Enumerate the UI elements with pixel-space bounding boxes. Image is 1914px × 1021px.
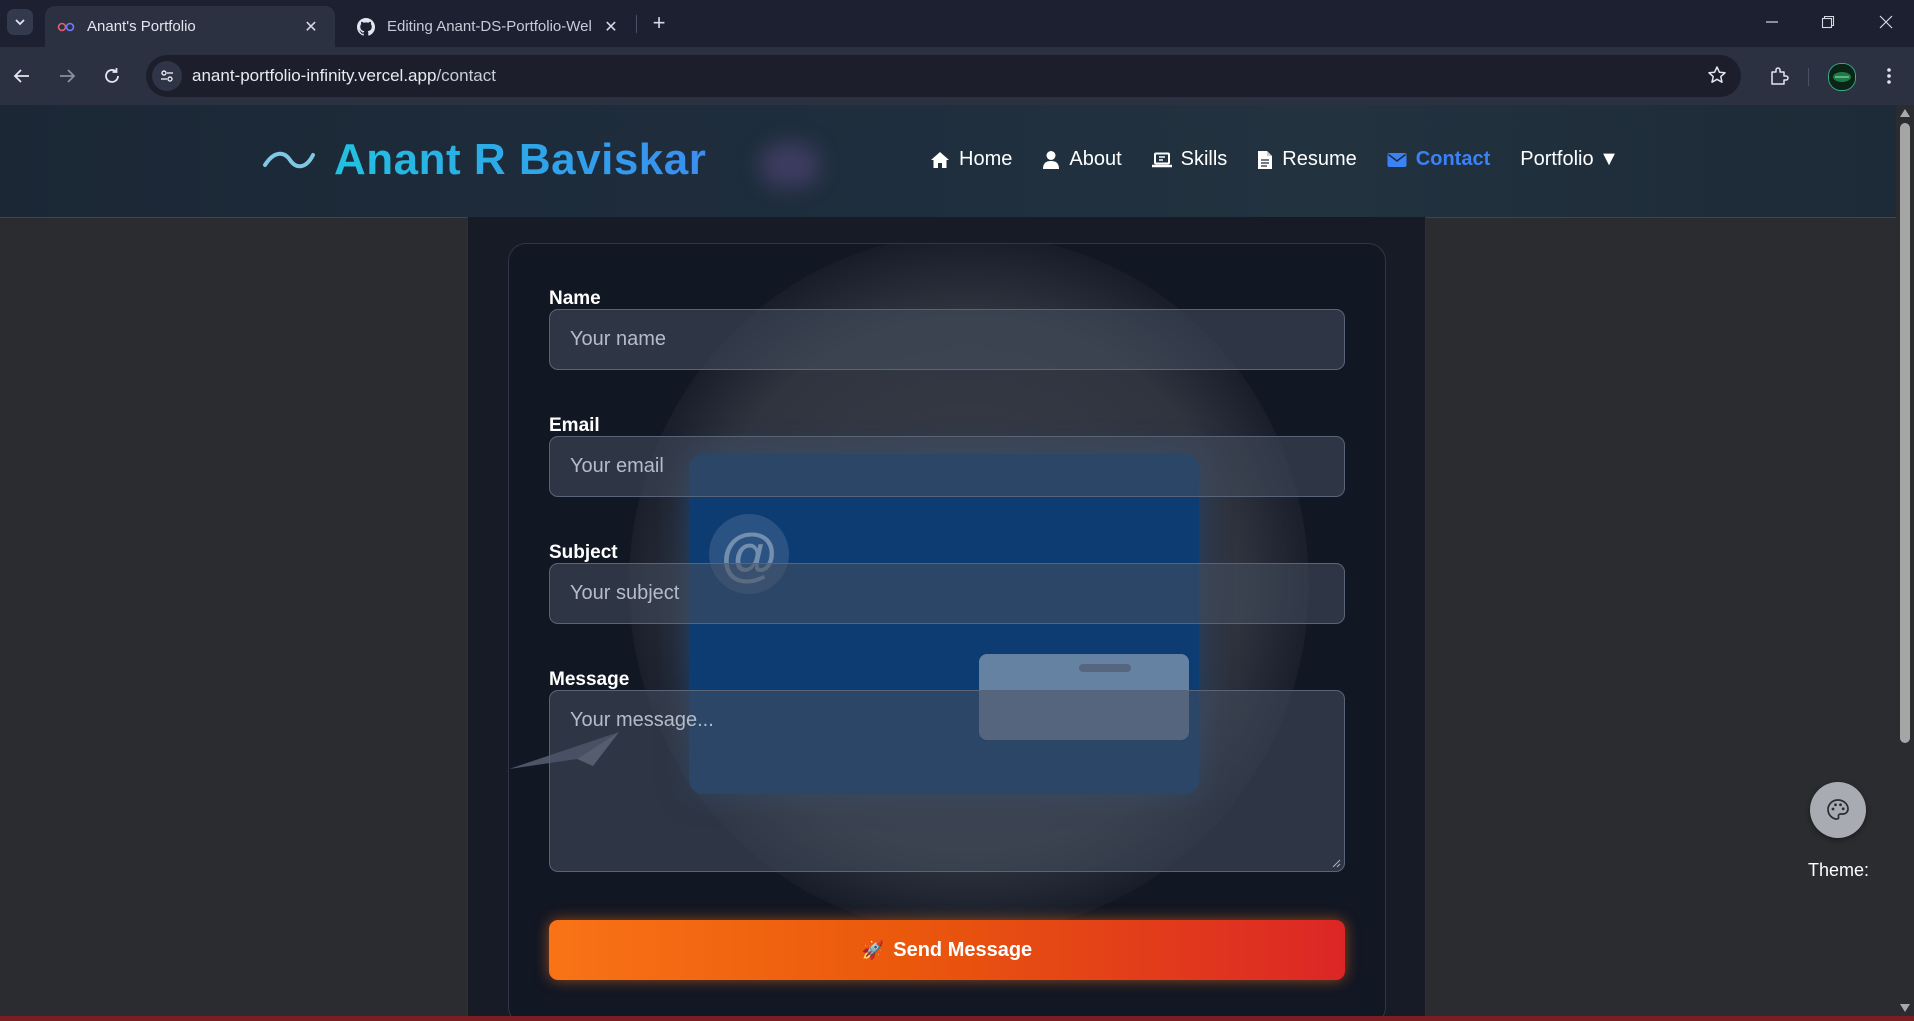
palette-icon — [1827, 799, 1849, 820]
url-host: anant-portfolio-infinity.vercel.app — [192, 66, 437, 85]
nav-home[interactable]: Home — [930, 148, 1012, 171]
close-icon — [1879, 15, 1893, 29]
scrollbar-thumb[interactable] — [1900, 123, 1910, 743]
theme-switcher-button[interactable] — [1810, 782, 1866, 838]
nav-contact-label: Contact — [1415, 148, 1491, 170]
browser-toolbar: anant-portfolio-infinity.vercel.app/cont… — [0, 47, 1914, 105]
subject-placeholder: Your subject — [570, 582, 680, 604]
toolbar-separator — [1808, 68, 1809, 86]
window-bottom-edge — [0, 1016, 1914, 1021]
contact-form-card: @ Name Your name Email Your email Subjec… — [508, 243, 1386, 1016]
laptop-icon — [1151, 152, 1172, 167]
tab-separator — [636, 15, 637, 33]
address-bar[interactable]: anant-portfolio-infinity.vercel.app/cont… — [146, 55, 1741, 97]
envelope-icon — [1387, 152, 1407, 167]
nav-about[interactable]: About — [1042, 148, 1122, 171]
tab-title: Anant's Portfolio — [87, 18, 196, 35]
minimize-window-button[interactable] — [1744, 0, 1800, 44]
puzzle-icon — [1771, 67, 1789, 85]
message-placeholder: Your message... — [570, 709, 714, 731]
subject-input[interactable]: Your subject — [549, 563, 1345, 624]
browser-tab-bar: Anant's Portfolio ✕ Editing Anant-DS-Por… — [0, 0, 1914, 47]
main-nav: Home About Skills Resume Contact Portfol… — [930, 148, 1619, 171]
new-tab-button[interactable]: + — [646, 10, 672, 36]
site-brand[interactable]: Anant R Baviskar — [262, 135, 706, 185]
forward-button[interactable] — [52, 61, 82, 91]
user-icon — [1043, 150, 1060, 169]
extensions-button[interactable] — [1764, 61, 1794, 91]
portfolio-favicon-icon — [57, 22, 75, 32]
reload-button[interactable] — [97, 61, 127, 91]
github-icon — [357, 17, 375, 36]
tune-icon — [161, 70, 173, 82]
home-icon — [931, 151, 949, 168]
minimize-icon — [1766, 21, 1778, 23]
file-icon — [1258, 150, 1273, 169]
send-message-label: Send Message — [893, 938, 1033, 961]
tab-portfolio[interactable]: Anant's Portfolio ✕ — [45, 6, 335, 47]
close-tab-icon[interactable]: ✕ — [599, 15, 623, 39]
nav-about-label: About — [1069, 148, 1122, 170]
header-glow — [760, 143, 820, 187]
email-input[interactable]: Your email — [549, 436, 1345, 497]
tab-search-button[interactable] — [7, 9, 33, 35]
nav-contact[interactable]: Contact — [1387, 148, 1490, 171]
nav-portfolio-label: Portfolio ▼ — [1520, 148, 1619, 170]
message-textarea[interactable]: Your message... — [549, 690, 1345, 872]
site-info-button[interactable] — [152, 61, 182, 91]
url-path: /contact — [436, 66, 496, 85]
wave-logo-icon — [263, 151, 315, 169]
close-tab-icon[interactable]: ✕ — [299, 15, 323, 39]
nav-home-label: Home — [959, 148, 1013, 170]
nav-skills[interactable]: Skills — [1151, 148, 1228, 171]
browser-menu-button[interactable] — [1874, 61, 1904, 91]
reload-icon — [105, 68, 119, 83]
subject-label: Subject — [549, 542, 618, 563]
email-label: Email — [549, 415, 600, 436]
arrow-left-icon — [13, 69, 29, 83]
nav-portfolio-dropdown[interactable]: Portfolio ▼ — [1520, 148, 1619, 171]
profile-avatar[interactable] — [1828, 63, 1856, 91]
site-header: Anant R Baviskar Home About Skills Resum… — [0, 105, 1896, 218]
more-vertical-icon — [1887, 68, 1891, 84]
email-placeholder: Your email — [570, 455, 664, 477]
brand-name: Anant R Baviskar — [334, 135, 707, 184]
arrow-right-icon — [60, 69, 76, 83]
rocket-icon: 🚀 — [861, 939, 885, 960]
close-window-button[interactable] — [1858, 0, 1914, 44]
scroll-down-arrow-icon[interactable] — [1900, 1004, 1910, 1012]
note-card-line — [1079, 664, 1131, 672]
name-label: Name — [549, 288, 601, 309]
name-placeholder: Your name — [570, 328, 666, 350]
tab-title: Editing Anant-DS-Portfolio-Wel — [387, 18, 592, 35]
page-scrollbar[interactable] — [1896, 105, 1914, 1016]
nav-skills-label: Skills — [1180, 148, 1228, 170]
nav-resume[interactable]: Resume — [1257, 148, 1357, 171]
theme-label: Theme: — [1808, 860, 1870, 880]
restore-window-button[interactable] — [1800, 0, 1856, 44]
restore-icon — [1821, 15, 1835, 29]
contact-section: @ Name Your name Email Your email Subjec… — [467, 217, 1426, 1016]
chevron-down-icon — [15, 19, 25, 26]
tab-github-editor[interactable]: Editing Anant-DS-Portfolio-Wel ✕ — [345, 6, 635, 47]
send-message-button[interactable]: 🚀 Send Message — [549, 920, 1345, 980]
bookmark-star-icon[interactable] — [1707, 65, 1727, 90]
scroll-up-arrow-icon[interactable] — [1900, 109, 1910, 117]
back-button[interactable] — [7, 61, 37, 91]
resize-grip-icon[interactable] — [1332, 859, 1341, 868]
message-label: Message — [549, 669, 630, 690]
name-input[interactable]: Your name — [549, 309, 1345, 370]
nav-resume-label: Resume — [1282, 148, 1357, 170]
url-text: anant-portfolio-infinity.vercel.app/cont… — [192, 66, 496, 86]
page-viewport: Anant R Baviskar Home About Skills Resum… — [0, 105, 1896, 1016]
